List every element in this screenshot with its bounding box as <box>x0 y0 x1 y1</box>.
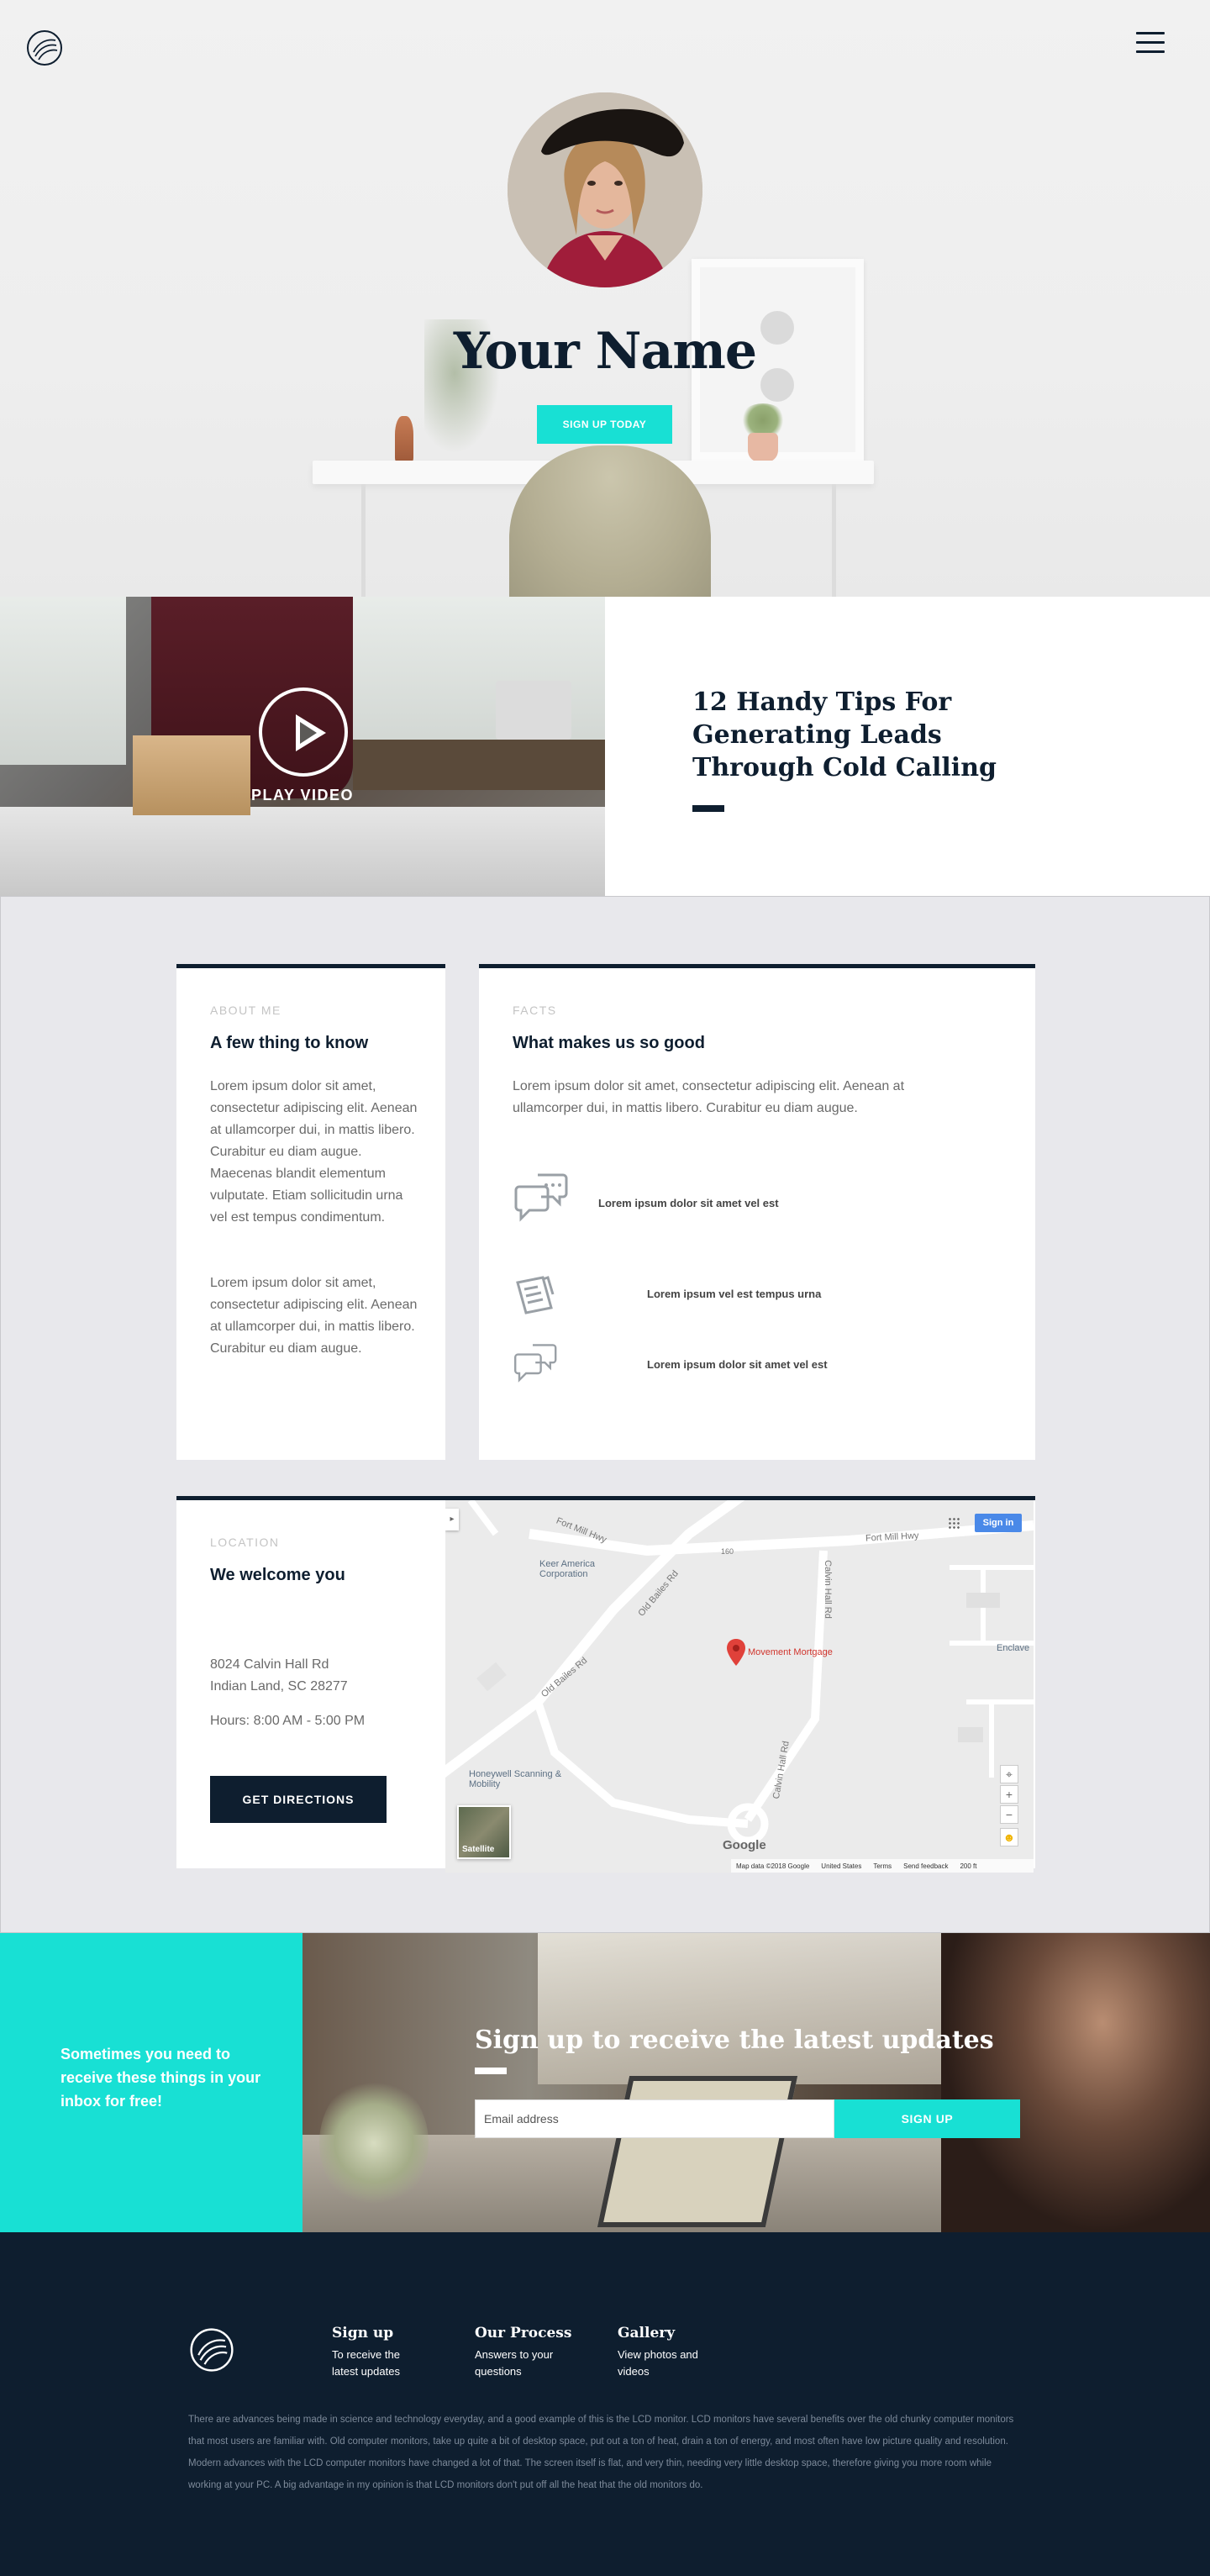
hamburger-menu-icon[interactable] <box>1136 32 1165 57</box>
sign-up-today-button[interactable]: SIGN UP TODAY <box>537 405 672 444</box>
chat-bubbles-icon <box>514 1173 568 1222</box>
address-line: Indian Land, SC 28277 <box>210 1679 348 1694</box>
promo-panel: Sometimes you need to receive these thin… <box>0 1933 302 2232</box>
apps-grid-icon[interactable] <box>948 1517 960 1529</box>
footer-column-title[interactable]: Gallery <box>618 2325 744 2342</box>
location-eyebrow: LOCATION <box>210 1536 280 1549</box>
poi-label[interactable]: Enclave <box>997 1643 1029 1653</box>
address-line: 8024 Calvin Hall Rd <box>210 1657 329 1672</box>
map[interactable]: Fort Mill Hwy Fort Mill Hwy Old Bailes R… <box>445 1500 1034 1873</box>
facts-heading: What makes us so good <box>513 1034 705 1052</box>
newsletter-section: Sometimes you need to receive these thin… <box>0 1933 1210 2232</box>
footer-column-text: To receive the latest updates <box>332 2348 400 2378</box>
play-video-label[interactable]: PLAY VIDEO <box>202 787 403 804</box>
about-heading: A few thing to know <box>210 1034 369 1052</box>
footer-column-title[interactable]: Sign up <box>332 2325 458 2342</box>
zoom-in-button[interactable]: + <box>1000 1785 1018 1804</box>
route-shield: 160 <box>721 1547 734 1556</box>
footer-column-text: Answers to your questions <box>475 2348 554 2378</box>
footer-column[interactable]: Gallery View photos and videos <box>618 2325 744 2380</box>
poi-label[interactable]: Honeywell Scanning & Mobility <box>469 1769 570 1789</box>
logo-icon[interactable] <box>25 29 64 71</box>
satellite-label: Satellite <box>462 1845 495 1854</box>
video-thumbnail[interactable]: PLAY VIDEO <box>0 597 605 896</box>
pegman-icon[interactable]: ☻ <box>1000 1828 1018 1846</box>
play-video-icon[interactable] <box>259 687 348 777</box>
footer-column-title[interactable]: Our Process <box>475 2325 601 2342</box>
footer-column[interactable]: Our Process Answers to your questions <box>475 2325 601 2380</box>
map-sign-in-button[interactable]: Sign in <box>975 1514 1022 1532</box>
fact-item <box>513 1271 560 1318</box>
email-input[interactable] <box>475 2099 834 2138</box>
fact-item <box>513 1340 560 1387</box>
footer: Sign up To receive the latest updates Ou… <box>0 2232 1210 2576</box>
hero-title: Your Name <box>453 322 757 381</box>
country-label: United States <box>821 1862 862 1870</box>
road-label: Calvin Hall Rd <box>822 1560 833 1619</box>
desk-leg <box>832 484 836 597</box>
footer-column-text: View photos and videos <box>618 2348 698 2378</box>
map-data-label: Map data ©2018 Google <box>736 1862 810 1870</box>
avatar <box>508 92 702 287</box>
fact-label: Lorem ipsum dolor sit amet vel est <box>647 1358 828 1371</box>
promo-text: Sometimes you need to receive these thin… <box>60 2046 261 2110</box>
about-card: ABOUT ME A few thing to know Lorem ipsum… <box>176 964 445 1460</box>
send-feedback-link[interactable]: Send feedback <box>903 1862 948 1870</box>
scale-label: 200 ft <box>960 1862 977 1870</box>
footer-column[interactable]: Sign up To receive the latest updates <box>332 2325 458 2380</box>
desk-leg <box>361 484 366 597</box>
compass-icon[interactable]: ⌖ <box>1000 1765 1018 1783</box>
vase <box>395 416 413 462</box>
footer-legal-text: There are advances being made in science… <box>188 2415 1014 2490</box>
newsletter-background-photo <box>302 1933 1210 2232</box>
potted-plant <box>739 403 786 437</box>
zoom-out-button[interactable]: − <box>1000 1805 1018 1824</box>
terms-link[interactable]: Terms <box>873 1862 892 1870</box>
fact-label: Lorem ipsum vel est tempus urna <box>647 1288 822 1300</box>
footer-logo-icon[interactable] <box>188 2326 235 2378</box>
collapse-arrow-icon[interactable]: ▸ <box>445 1509 459 1530</box>
article-teaser: 12 Handy Tips For Generating Leads Throu… <box>605 597 1210 896</box>
get-directions-button[interactable]: GET DIRECTIONS <box>210 1776 387 1823</box>
chat-bubbles-icon <box>514 1344 557 1383</box>
fact-label: Lorem ipsum dolor sit amet vel est <box>598 1197 779 1209</box>
about-eyebrow: ABOUT ME <box>210 1004 281 1017</box>
marker-label[interactable]: Movement Mortgage <box>748 1647 833 1657</box>
sign-up-button[interactable]: SIGN UP <box>834 2099 1020 2138</box>
satellite-toggle[interactable]: Satellite <box>457 1805 511 1859</box>
poi-label[interactable]: Keer America Corporation <box>539 1559 615 1579</box>
plant-pot <box>748 433 778 462</box>
facts-intro: Lorem ipsum dolor sit amet, consectetur … <box>513 1079 905 1115</box>
title-underline <box>692 805 724 812</box>
article-title[interactable]: 12 Handy Tips For Generating Leads Throu… <box>692 686 1045 784</box>
video-article-band: PLAY VIDEO 12 Handy Tips For Generating … <box>0 597 1210 896</box>
fact-item <box>513 1168 571 1227</box>
newsletter-heading: Sign up to receive the latest updates <box>475 2026 994 2055</box>
map-marker-icon[interactable] <box>727 1639 745 1666</box>
google-logo: Google <box>723 1838 766 1852</box>
facts-card: FACTS What makes us so good Lorem ipsum … <box>479 964 1035 1460</box>
location-heading: We welcome you <box>210 1566 345 1584</box>
map-roads <box>445 1500 1034 1873</box>
hero-section: Your Name SIGN UP TODAY <box>0 0 1210 597</box>
clipboard-icon <box>516 1276 555 1314</box>
heading-underline <box>475 2068 507 2074</box>
opening-hours: Hours: 8:00 AM - 5:00 PM <box>210 1714 366 1728</box>
facts-eyebrow: FACTS <box>513 1004 557 1017</box>
location-card: LOCATION We welcome you 8024 Calvin Hall… <box>176 1496 1035 1873</box>
about-paragraph: Lorem ipsum dolor sit amet, consectetur … <box>210 1079 418 1225</box>
info-section: ABOUT ME A few thing to know Lorem ipsum… <box>0 896 1210 1933</box>
about-paragraph: Lorem ipsum dolor sit amet, consectetur … <box>210 1276 418 1356</box>
map-attribution-bar: Map data ©2018 Google United States Term… <box>731 1859 1034 1873</box>
